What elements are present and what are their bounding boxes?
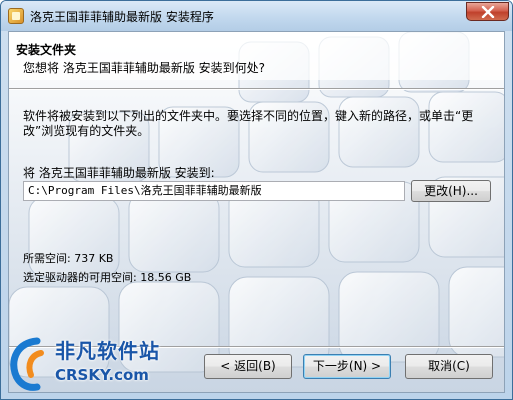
space-required-text: 所需空间: 737 KB xyxy=(23,252,114,265)
header-panel: 安装文件夹 您想将 洛克王国菲菲辅助最新版 安装到何处? xyxy=(9,32,504,80)
cancel-button[interactable]: 取消(C) xyxy=(405,354,493,379)
close-icon xyxy=(481,6,495,18)
header-subtitle: 您想将 洛克王国菲菲辅助最新版 安装到何处? xyxy=(23,61,265,75)
installer-icon xyxy=(8,8,24,24)
title-bar[interactable]: 洛克王国菲菲辅助最新版 安装程序 xyxy=(1,1,512,31)
install-location-label: 将 洛克王国菲菲辅助最新版 安装到: xyxy=(23,166,215,180)
change-folder-button[interactable]: 更改(H)... xyxy=(411,180,491,202)
description-text: 软件将被安装到以下列出的文件夹中。要选择不同的位置，键入新的路径，或单击“更改”… xyxy=(23,109,474,138)
site-watermark: 非凡软件站 CRSKY.com xyxy=(1,331,171,399)
header-title: 安装文件夹 xyxy=(16,43,77,57)
header-divider xyxy=(9,88,504,90)
watermark-logo-icon xyxy=(10,337,44,391)
next-button[interactable]: 下一步(N) > xyxy=(303,354,391,379)
window-title: 洛克王国菲菲辅助最新版 安装程序 xyxy=(30,10,214,24)
back-button[interactable]: < 返回(B) xyxy=(204,354,292,379)
watermark-name-cn: 非凡软件站 xyxy=(55,339,160,363)
watermark-name-en: CRSKY.com xyxy=(55,366,149,384)
close-button[interactable] xyxy=(466,2,509,21)
space-available-text: 选定驱动器的可用空间: 18.56 GB xyxy=(23,271,192,284)
installer-window: 洛克王国菲菲辅助最新版 安装程序 安装文件夹 您想将 洛克王国菲菲辅助最新版 安… xyxy=(0,0,513,400)
install-path-field[interactable]: C:\Program Files\洛克王国菲菲辅助最新版 xyxy=(23,181,405,201)
